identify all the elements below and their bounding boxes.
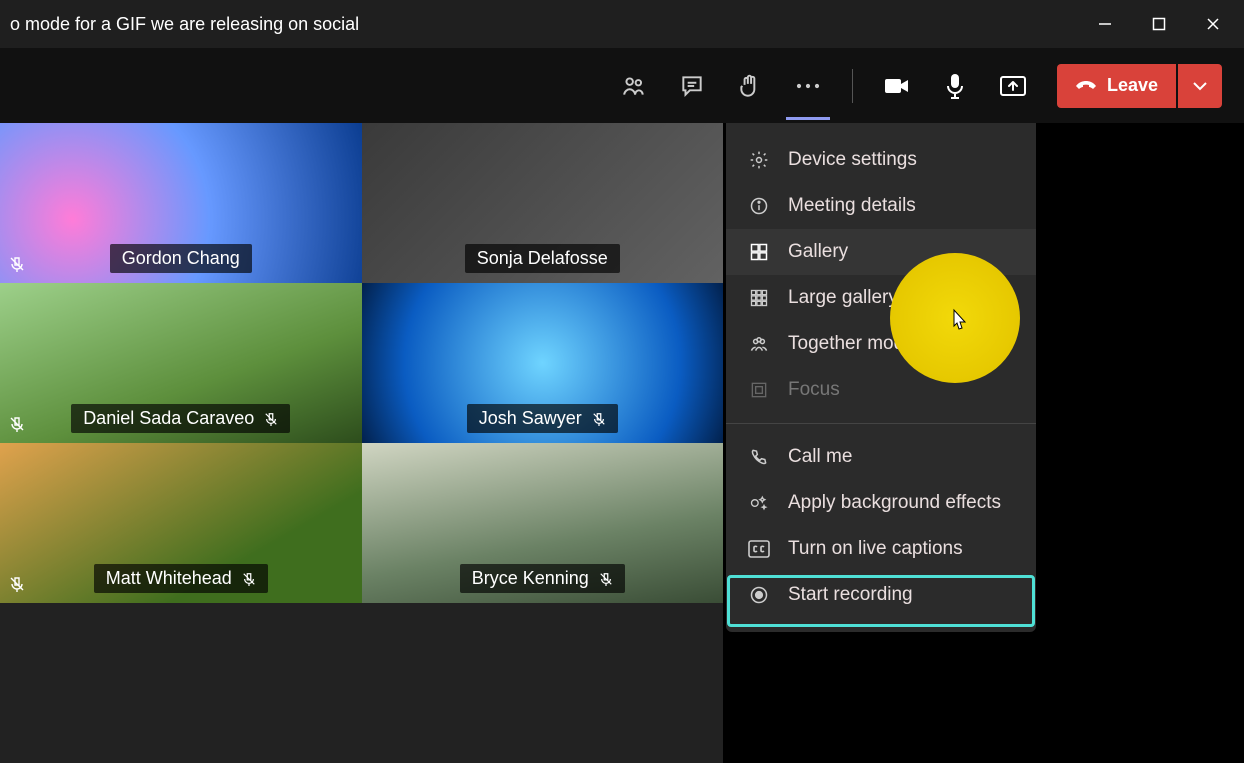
more-actions-active-indicator: [786, 117, 830, 120]
participant-tile[interactable]: Sonja Delafosse: [362, 123, 724, 283]
raise-hand-icon[interactable]: [736, 72, 764, 100]
menu-label: Focus: [788, 379, 840, 401]
menu-background-effects[interactable]: Apply background effects: [726, 480, 1036, 526]
grid-3x3-icon: [748, 287, 770, 309]
window-controls: [1082, 8, 1236, 40]
mic-off-icon: [6, 573, 28, 595]
participant-name: Matt Whitehead: [106, 568, 232, 589]
participant-tile[interactable]: Josh Sawyer: [362, 283, 724, 443]
menu-start-recording[interactable]: Start recording: [726, 572, 1036, 618]
gear-icon: [748, 149, 770, 171]
chat-icon[interactable]: [678, 72, 706, 100]
participant-name: Bryce Kenning: [472, 568, 589, 589]
meeting-toolbar: Leave: [0, 48, 1244, 123]
mic-off-icon: [264, 412, 278, 426]
video-thumbnail: [362, 603, 724, 763]
close-button[interactable]: [1190, 8, 1236, 40]
hangup-icon: [1075, 77, 1097, 95]
more-actions-menu: Device settings Meeting details Gallery …: [726, 123, 1036, 632]
participant-name: Sonja Delafosse: [477, 248, 608, 269]
microphone-icon[interactable]: [941, 72, 969, 100]
sparkle-icon: [748, 492, 770, 514]
info-icon: [748, 195, 770, 217]
participant-name: Josh Sawyer: [479, 408, 582, 429]
leave-label: Leave: [1107, 75, 1158, 96]
menu-label: Meeting details: [788, 195, 916, 217]
menu-label: Call me: [788, 446, 852, 468]
grid-2x2-icon: [748, 241, 770, 263]
toolbar-divider: [852, 69, 853, 103]
menu-label: Large gallery: [788, 287, 898, 309]
leave-chevron-button[interactable]: [1178, 64, 1222, 108]
camera-icon[interactable]: [883, 72, 911, 100]
menu-device-settings[interactable]: Device settings: [726, 137, 1036, 183]
meeting-content: Gordon Chang Sonja Delafosse Daniel Sada…: [0, 123, 1244, 700]
leave-button[interactable]: Leave: [1057, 64, 1176, 108]
video-thumbnail: [0, 603, 362, 763]
video-grid: Gordon Chang Sonja Delafosse Daniel Sada…: [0, 123, 723, 700]
mic-off-icon: [6, 253, 28, 275]
cc-icon: [748, 538, 770, 560]
participant-tile[interactable]: [362, 603, 724, 763]
mic-off-icon: [242, 572, 256, 586]
phone-icon: [748, 446, 770, 468]
record-icon: [748, 584, 770, 606]
minimize-button[interactable]: [1082, 8, 1128, 40]
menu-live-captions[interactable]: Turn on live captions: [726, 526, 1036, 572]
menu-label: Apply background effects: [788, 492, 1001, 514]
menu-label: Start recording: [788, 584, 913, 606]
mic-off-icon: [6, 413, 28, 435]
participant-tile[interactable]: Bryce Kenning: [362, 443, 724, 603]
mic-off-icon: [599, 572, 613, 586]
people-group-icon: [748, 333, 770, 355]
participant-name: Gordon Chang: [122, 248, 240, 269]
share-screen-icon[interactable]: [999, 72, 1027, 100]
menu-label: Gallery: [788, 241, 848, 263]
participant-tile[interactable]: [0, 603, 362, 763]
more-actions-button[interactable]: [794, 72, 822, 100]
pointer-cursor-icon: [948, 308, 972, 336]
participant-name: Daniel Sada Caraveo: [83, 408, 254, 429]
focus-icon: [748, 379, 770, 401]
participant-tile[interactable]: Daniel Sada Caraveo: [0, 283, 362, 443]
participant-tile[interactable]: Matt Whitehead: [0, 443, 362, 603]
menu-label: Device settings: [788, 149, 917, 171]
menu-meeting-details[interactable]: Meeting details: [726, 183, 1036, 229]
menu-label: Turn on live captions: [788, 538, 963, 560]
mic-off-icon: [592, 412, 606, 426]
menu-focus: Focus: [726, 367, 1036, 413]
maximize-button[interactable]: [1136, 8, 1182, 40]
menu-separator: [726, 423, 1036, 424]
people-icon[interactable]: [620, 72, 648, 100]
participant-tile[interactable]: Gordon Chang: [0, 123, 362, 283]
titlebar: o mode for a GIF we are releasing on soc…: [0, 0, 1244, 48]
menu-call-me[interactable]: Call me: [726, 434, 1036, 480]
window-title: o mode for a GIF we are releasing on soc…: [10, 14, 1082, 35]
